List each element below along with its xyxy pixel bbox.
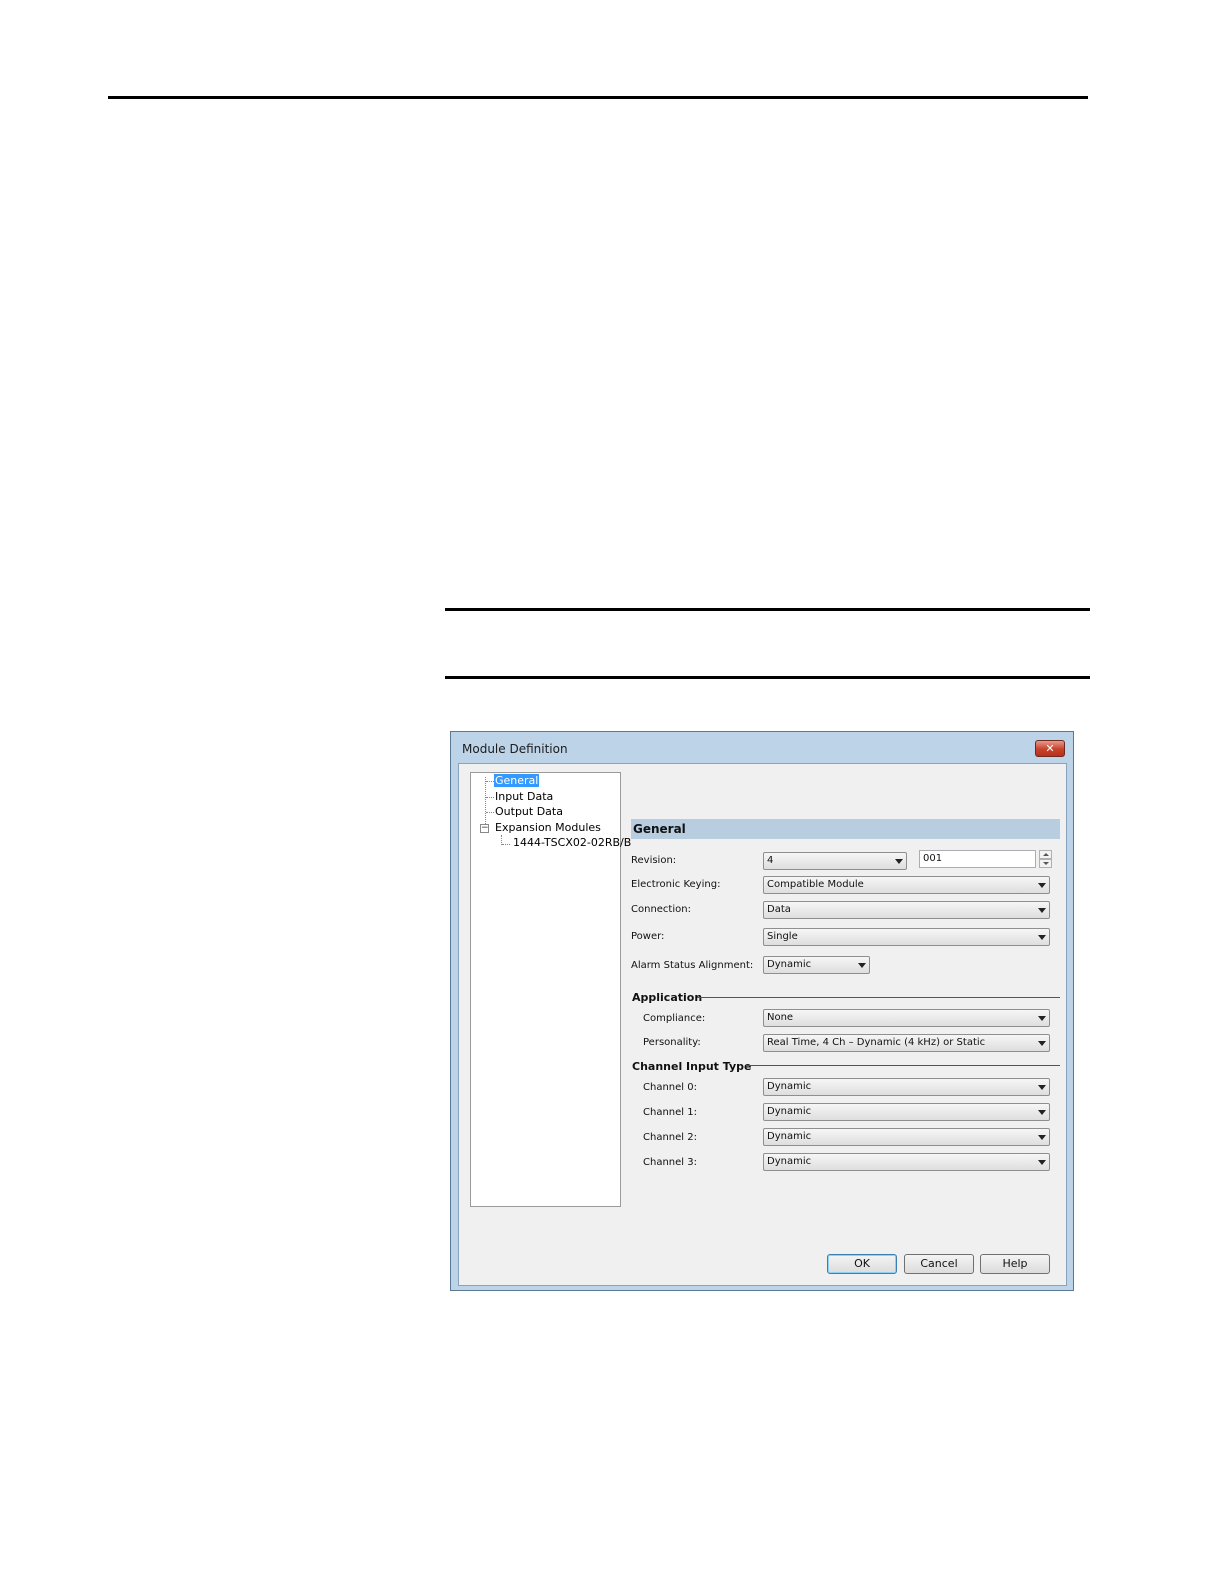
tree-item-label: Expansion Modules bbox=[495, 821, 601, 834]
dialog-title: Module Definition bbox=[462, 742, 568, 756]
tree-item-label: 1444-TSCX02-02RB/B bbox=[513, 836, 632, 849]
channel-input-type-group-title: Channel Input Type bbox=[632, 1060, 752, 1073]
application-group-title: Application bbox=[632, 991, 703, 1004]
tree-item-input-data[interactable]: Input Data bbox=[495, 790, 553, 804]
close-icon: ✕ bbox=[1045, 742, 1055, 755]
channel-3-label: Channel 3: bbox=[643, 1157, 697, 1168]
category-tree: General Input Data Output Data − Expansi… bbox=[470, 772, 631, 1207]
chevron-down-icon bbox=[1038, 908, 1046, 913]
close-button[interactable]: ✕ bbox=[1035, 740, 1065, 757]
title-bar[interactable]: Module Definition ✕ bbox=[451, 732, 1073, 764]
channel-1-label: Channel 1: bbox=[643, 1107, 697, 1118]
collapse-icon[interactable]: − bbox=[480, 824, 489, 833]
chevron-down-icon bbox=[895, 859, 903, 864]
tree-item-label: Input Data bbox=[495, 790, 554, 803]
channel-3-value: Dynamic bbox=[767, 1156, 812, 1167]
tree-item-label: Output Data bbox=[495, 805, 563, 818]
channel-2-value: Dynamic bbox=[767, 1131, 812, 1142]
dialog-client-area: General Input Data Output Data − Expansi… bbox=[458, 763, 1067, 1286]
tree-item-general[interactable]: General bbox=[494, 774, 540, 788]
electronic-keying-value: Compatible Module bbox=[767, 879, 864, 890]
chevron-down-icon bbox=[1038, 1110, 1046, 1115]
tree-connector bbox=[486, 781, 494, 782]
cancel-button[interactable]: Cancel bbox=[904, 1254, 974, 1274]
electronic-keying-label: Electronic Keying: bbox=[631, 879, 721, 890]
revision-major-value: 4 bbox=[767, 855, 774, 866]
channel-1-select[interactable]: Dynamic bbox=[763, 1103, 1050, 1121]
alarm-status-alignment-select[interactable]: Dynamic bbox=[763, 956, 870, 974]
tree-item-output-data[interactable]: Output Data bbox=[495, 805, 563, 819]
channel-0-value: Dynamic bbox=[767, 1081, 812, 1092]
page-top-rule bbox=[108, 96, 1088, 99]
chevron-down-icon bbox=[1038, 1041, 1046, 1046]
power-label: Power: bbox=[631, 931, 665, 942]
help-button[interactable]: Help bbox=[980, 1254, 1050, 1274]
compliance-value: None bbox=[767, 1012, 794, 1023]
chevron-down-icon bbox=[1038, 1016, 1046, 1021]
channel-3-select[interactable]: Dynamic bbox=[763, 1153, 1050, 1171]
revision-minor-value: 001 bbox=[923, 853, 943, 864]
compliance-select[interactable]: None bbox=[763, 1009, 1050, 1027]
chevron-down-icon bbox=[1038, 1085, 1046, 1090]
connection-select[interactable]: Data bbox=[763, 901, 1050, 919]
channel-1-value: Dynamic bbox=[767, 1106, 812, 1117]
chevron-down-icon bbox=[1038, 1135, 1046, 1140]
channel-0-select[interactable]: Dynamic bbox=[763, 1078, 1050, 1096]
personality-value: Real Time, 4 Ch – Dynamic (4 kHz) or Sta… bbox=[767, 1037, 986, 1048]
alarm-status-alignment-label: Alarm Status Alignment: bbox=[631, 960, 754, 971]
tree-item-label: General bbox=[494, 774, 540, 787]
tree-item-expansion-modules[interactable]: Expansion Modules bbox=[495, 821, 601, 835]
channel-2-label: Channel 2: bbox=[643, 1132, 697, 1143]
revision-major-select[interactable]: 4 bbox=[763, 852, 907, 870]
chevron-down-icon bbox=[858, 963, 866, 968]
power-select[interactable]: Single bbox=[763, 928, 1050, 946]
section-header-general: General bbox=[631, 819, 1060, 839]
chevron-down-icon bbox=[1038, 935, 1046, 940]
connection-label: Connection: bbox=[631, 904, 691, 915]
tree-item-expansion-module[interactable]: 1444-TSCX02-02RB/B bbox=[513, 836, 631, 850]
power-value: Single bbox=[767, 931, 798, 942]
revision-minor-spinner[interactable] bbox=[1039, 850, 1052, 868]
chevron-down-icon bbox=[1038, 1160, 1046, 1165]
module-definition-dialog: Module Definition ✕ General Input Data O… bbox=[450, 731, 1074, 1291]
channel-0-label: Channel 0: bbox=[643, 1082, 697, 1093]
tree-connector bbox=[502, 844, 510, 845]
personality-select[interactable]: Real Time, 4 Ch – Dynamic (4 kHz) or Sta… bbox=[763, 1034, 1050, 1052]
chevron-down-icon bbox=[1038, 883, 1046, 888]
group-divider bbox=[746, 1065, 1060, 1066]
ok-button[interactable]: OK bbox=[827, 1254, 897, 1274]
compliance-label: Compliance: bbox=[643, 1013, 706, 1024]
personality-label: Personality: bbox=[643, 1037, 701, 1048]
electronic-keying-select[interactable]: Compatible Module bbox=[763, 876, 1050, 894]
spin-down-icon[interactable] bbox=[1039, 859, 1052, 868]
alarm-status-alignment-value: Dynamic bbox=[767, 959, 812, 970]
group-divider bbox=[697, 997, 1060, 998]
table-bottom-rule bbox=[445, 676, 1090, 679]
spin-up-icon[interactable] bbox=[1039, 850, 1052, 859]
table-top-rule bbox=[445, 608, 1090, 611]
connection-value: Data bbox=[767, 904, 791, 915]
tree-connector bbox=[486, 797, 494, 798]
channel-2-select[interactable]: Dynamic bbox=[763, 1128, 1050, 1146]
revision-minor-input[interactable]: 001 bbox=[919, 850, 1036, 868]
tree-connector bbox=[486, 812, 494, 813]
revision-label: Revision: bbox=[631, 855, 677, 866]
